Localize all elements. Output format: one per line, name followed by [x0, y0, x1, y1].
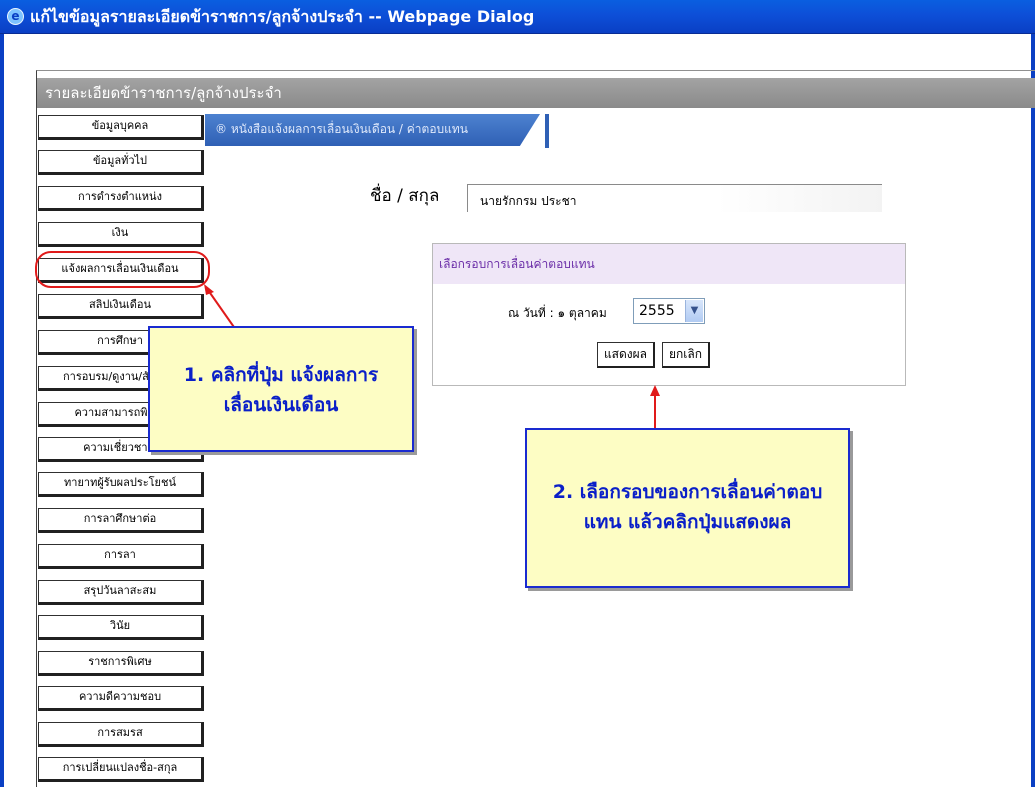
year-value: 2555 — [639, 303, 675, 319]
tab-label: ® หนังสือแจ้งผลการเลื่อนเงินเดือน / ค่าต… — [215, 122, 469, 136]
sidebar-item-beneficiaries[interactable]: ทายาทผู้รับผลประโยชน์ — [38, 472, 204, 497]
section-header: รายละเอียดข้าราชการ/ลูกจ้างประจำ — [37, 78, 1035, 108]
name-field-label: ชื่อ / สกุล — [370, 186, 440, 206]
panel-heading: เลือกรอบการเลื่อนค่าตอบแทน — [439, 257, 595, 271]
date-label: ณ วันที่ : ๑ ตุลาคม — [508, 306, 607, 320]
name-field[interactable] — [467, 184, 882, 212]
sidebar-item-special-service[interactable]: ราชการพิเศษ — [38, 651, 204, 676]
dialog-title: แก้ไขข้อมูลรายละเอียดข้าราชการ/ลูกจ้างปร… — [30, 7, 535, 26]
callout-step-2: 2. เลือกรอบของการเลื่อนค่าตอบ แทน แล้วคล… — [525, 428, 850, 588]
callout-step-2-line-2: แทน แล้วคลิกปุ่มแสดงผล — [583, 511, 792, 533]
callout-step-1: 1. คลิกที่ปุ่ม แจ้งผลการ เลื่อนเงินเดือน — [148, 326, 414, 452]
callout-step-1-line-2: เลื่อนเงินเดือน — [223, 394, 339, 416]
sidebar-item-name-change[interactable]: การเปลี่ยนแปลงชื่อ-สกุล — [38, 757, 204, 782]
sidebar-item-personal-info[interactable]: ข้อมูลบุคคล — [38, 115, 204, 140]
sidebar-item-positions[interactable]: การดำรงตำแหน่ง — [38, 186, 204, 211]
sidebar-item-study-leave[interactable]: การลาศึกษาต่อ — [38, 508, 204, 533]
tab-salary-raise-notice[interactable]: ® หนังสือแจ้งผลการเลื่อนเงินเดือน / ค่าต… — [205, 114, 540, 146]
sidebar-item-leave-summary[interactable]: สรุปวันลาสะสม — [38, 580, 204, 605]
cancel-button[interactable]: ยกเลิก — [662, 342, 710, 368]
dialog-titlebar: e แก้ไขข้อมูลรายละเอียดข้าราชการ/ลูกจ้าง… — [0, 0, 1035, 34]
sidebar-item-leave[interactable]: การลา — [38, 544, 204, 569]
tab-divider — [545, 114, 549, 148]
show-button[interactable]: แสดงผล — [597, 342, 655, 368]
section-title: รายละเอียดข้าราชการ/ลูกจ้างประจำ — [45, 84, 282, 102]
sidebar-item-general-info[interactable]: ข้อมูลทั่วไป — [38, 150, 204, 175]
highlight-ellipse — [35, 251, 210, 288]
sidebar-item-marriage[interactable]: การสมรส — [38, 722, 204, 747]
sidebar-item-payslip[interactable]: สลิปเงินเดือน — [38, 294, 204, 319]
sidebar-item-discipline[interactable]: วินัย — [38, 615, 204, 640]
panel-header: เลือกรอบการเลื่อนค่าตอบแทน — [433, 244, 905, 284]
window-frame-left — [0, 34, 4, 787]
year-select[interactable]: 2555 ▼ — [633, 298, 705, 324]
chevron-down-icon[interactable]: ▼ — [685, 300, 703, 322]
sidebar-item-salary[interactable]: เงิน — [38, 222, 204, 247]
sidebar-item-merit[interactable]: ความดีความชอบ — [38, 686, 204, 711]
callout-step-1-line-1: 1. คลิกที่ปุ่ม แจ้งผลการ — [183, 364, 379, 386]
internet-explorer-icon: e — [7, 8, 24, 25]
callout-step-2-line-1: 2. เลือกรอบของการเลื่อนค่าตอบ — [552, 481, 823, 503]
